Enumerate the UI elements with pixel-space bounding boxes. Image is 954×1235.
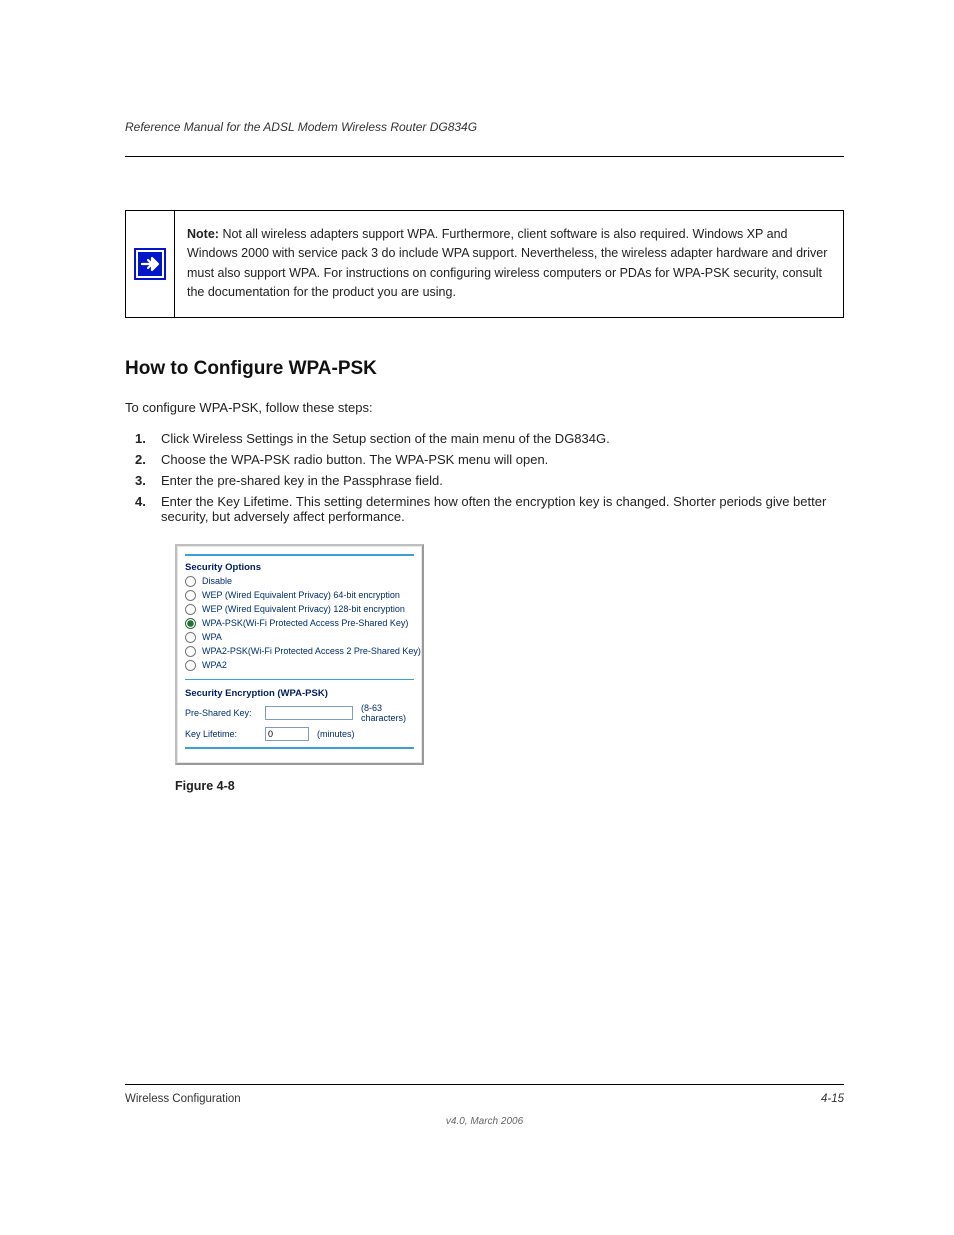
- radio-wep64[interactable]: [185, 590, 196, 601]
- arrow-right-icon: [134, 248, 166, 280]
- radio-wpa-psk[interactable]: [185, 618, 196, 629]
- radio-wep128[interactable]: [185, 604, 196, 615]
- option-disable[interactable]: Disable: [185, 576, 414, 587]
- option-label: WPA2-PSK(Wi-Fi Protected Access 2 Pre-Sh…: [202, 646, 421, 656]
- step-number: 3.: [135, 473, 151, 488]
- key-lifetime-input[interactable]: [265, 727, 309, 741]
- option-label: WPA: [202, 632, 222, 642]
- option-wpa[interactable]: WPA: [185, 632, 414, 643]
- preshared-key-label: Pre-Shared Key:: [185, 708, 257, 718]
- figure-caption: Figure 4-8: [175, 779, 844, 793]
- page-header: Reference Manual for the ADSL Modem Wire…: [125, 120, 844, 157]
- step-text: Enter the Key Lifetime. This setting det…: [161, 494, 844, 524]
- option-label: WEP (Wired Equivalent Privacy) 128-bit e…: [202, 604, 405, 614]
- radio-wpa2[interactable]: [185, 660, 196, 671]
- figure-wpa-psk-dialog: Security Options Disable WEP (Wired Equi…: [175, 544, 844, 765]
- note-callout: Note: Not all wireless adapters support …: [125, 210, 844, 318]
- option-label: WPA2: [202, 660, 227, 670]
- step-text: Choose the WPA-PSK radio button. The WPA…: [161, 452, 548, 467]
- option-wpa2-psk[interactable]: WPA2-PSK(Wi-Fi Protected Access 2 Pre-Sh…: [185, 646, 414, 657]
- note-icon-cell: [126, 211, 175, 317]
- security-options-dialog: Security Options Disable WEP (Wired Equi…: [175, 544, 424, 765]
- preshared-key-row: Pre-Shared Key: (8-63 characters): [185, 703, 414, 723]
- intro-paragraph: To configure WPA-PSK, follow these steps…: [125, 400, 844, 415]
- preshared-key-hint: (8-63 characters): [361, 703, 414, 723]
- option-wpa-psk[interactable]: WPA-PSK(Wi-Fi Protected Access Pre-Share…: [185, 618, 414, 629]
- option-wep64[interactable]: WEP (Wired Equivalent Privacy) 64-bit en…: [185, 590, 414, 601]
- note-lead: Note:: [187, 227, 219, 241]
- key-lifetime-label: Key Lifetime:: [185, 729, 257, 739]
- footer-rule: [125, 1084, 844, 1085]
- option-label: WEP (Wired Equivalent Privacy) 64-bit en…: [202, 590, 400, 600]
- footer-left: Wireless Configuration: [125, 1093, 241, 1105]
- footer-version: v4.0, March 2006: [125, 1116, 844, 1127]
- dialog-top-rule: [185, 554, 414, 556]
- dialog-divider: [185, 679, 414, 680]
- radio-disable[interactable]: [185, 576, 196, 587]
- step-number: 4.: [135, 494, 151, 524]
- preshared-key-input[interactable]: [265, 706, 353, 720]
- radio-wpa2-psk[interactable]: [185, 646, 196, 657]
- key-lifetime-row: Key Lifetime: (minutes): [185, 727, 414, 741]
- dialog-bottom-rule: [185, 747, 414, 749]
- header-rule: [125, 156, 844, 157]
- step-number: 2.: [135, 452, 151, 467]
- footer-right: 4-15: [821, 1093, 844, 1105]
- step-text: Enter the pre-shared key in the Passphra…: [161, 473, 443, 488]
- option-wep128[interactable]: WEP (Wired Equivalent Privacy) 128-bit e…: [185, 604, 414, 615]
- step-text: Click Wireless Settings in the Setup sec…: [161, 431, 610, 446]
- running-title: Reference Manual for the ADSL Modem Wire…: [125, 120, 844, 134]
- section-title: How to Configure WPA-PSK: [125, 358, 844, 380]
- security-options-heading: Security Options: [185, 562, 414, 573]
- radio-wpa[interactable]: [185, 632, 196, 643]
- key-lifetime-unit: (minutes): [317, 729, 355, 739]
- step-number: 1.: [135, 431, 151, 446]
- encryption-heading: Security Encryption (WPA-PSK): [185, 688, 414, 699]
- page-footer: Wireless Configuration 4-15: [125, 1084, 844, 1105]
- note-text: Note: Not all wireless adapters support …: [175, 211, 843, 317]
- option-label: Disable: [202, 576, 232, 586]
- option-wpa2[interactable]: WPA2: [185, 660, 414, 671]
- option-label: WPA-PSK(Wi-Fi Protected Access Pre-Share…: [202, 618, 408, 628]
